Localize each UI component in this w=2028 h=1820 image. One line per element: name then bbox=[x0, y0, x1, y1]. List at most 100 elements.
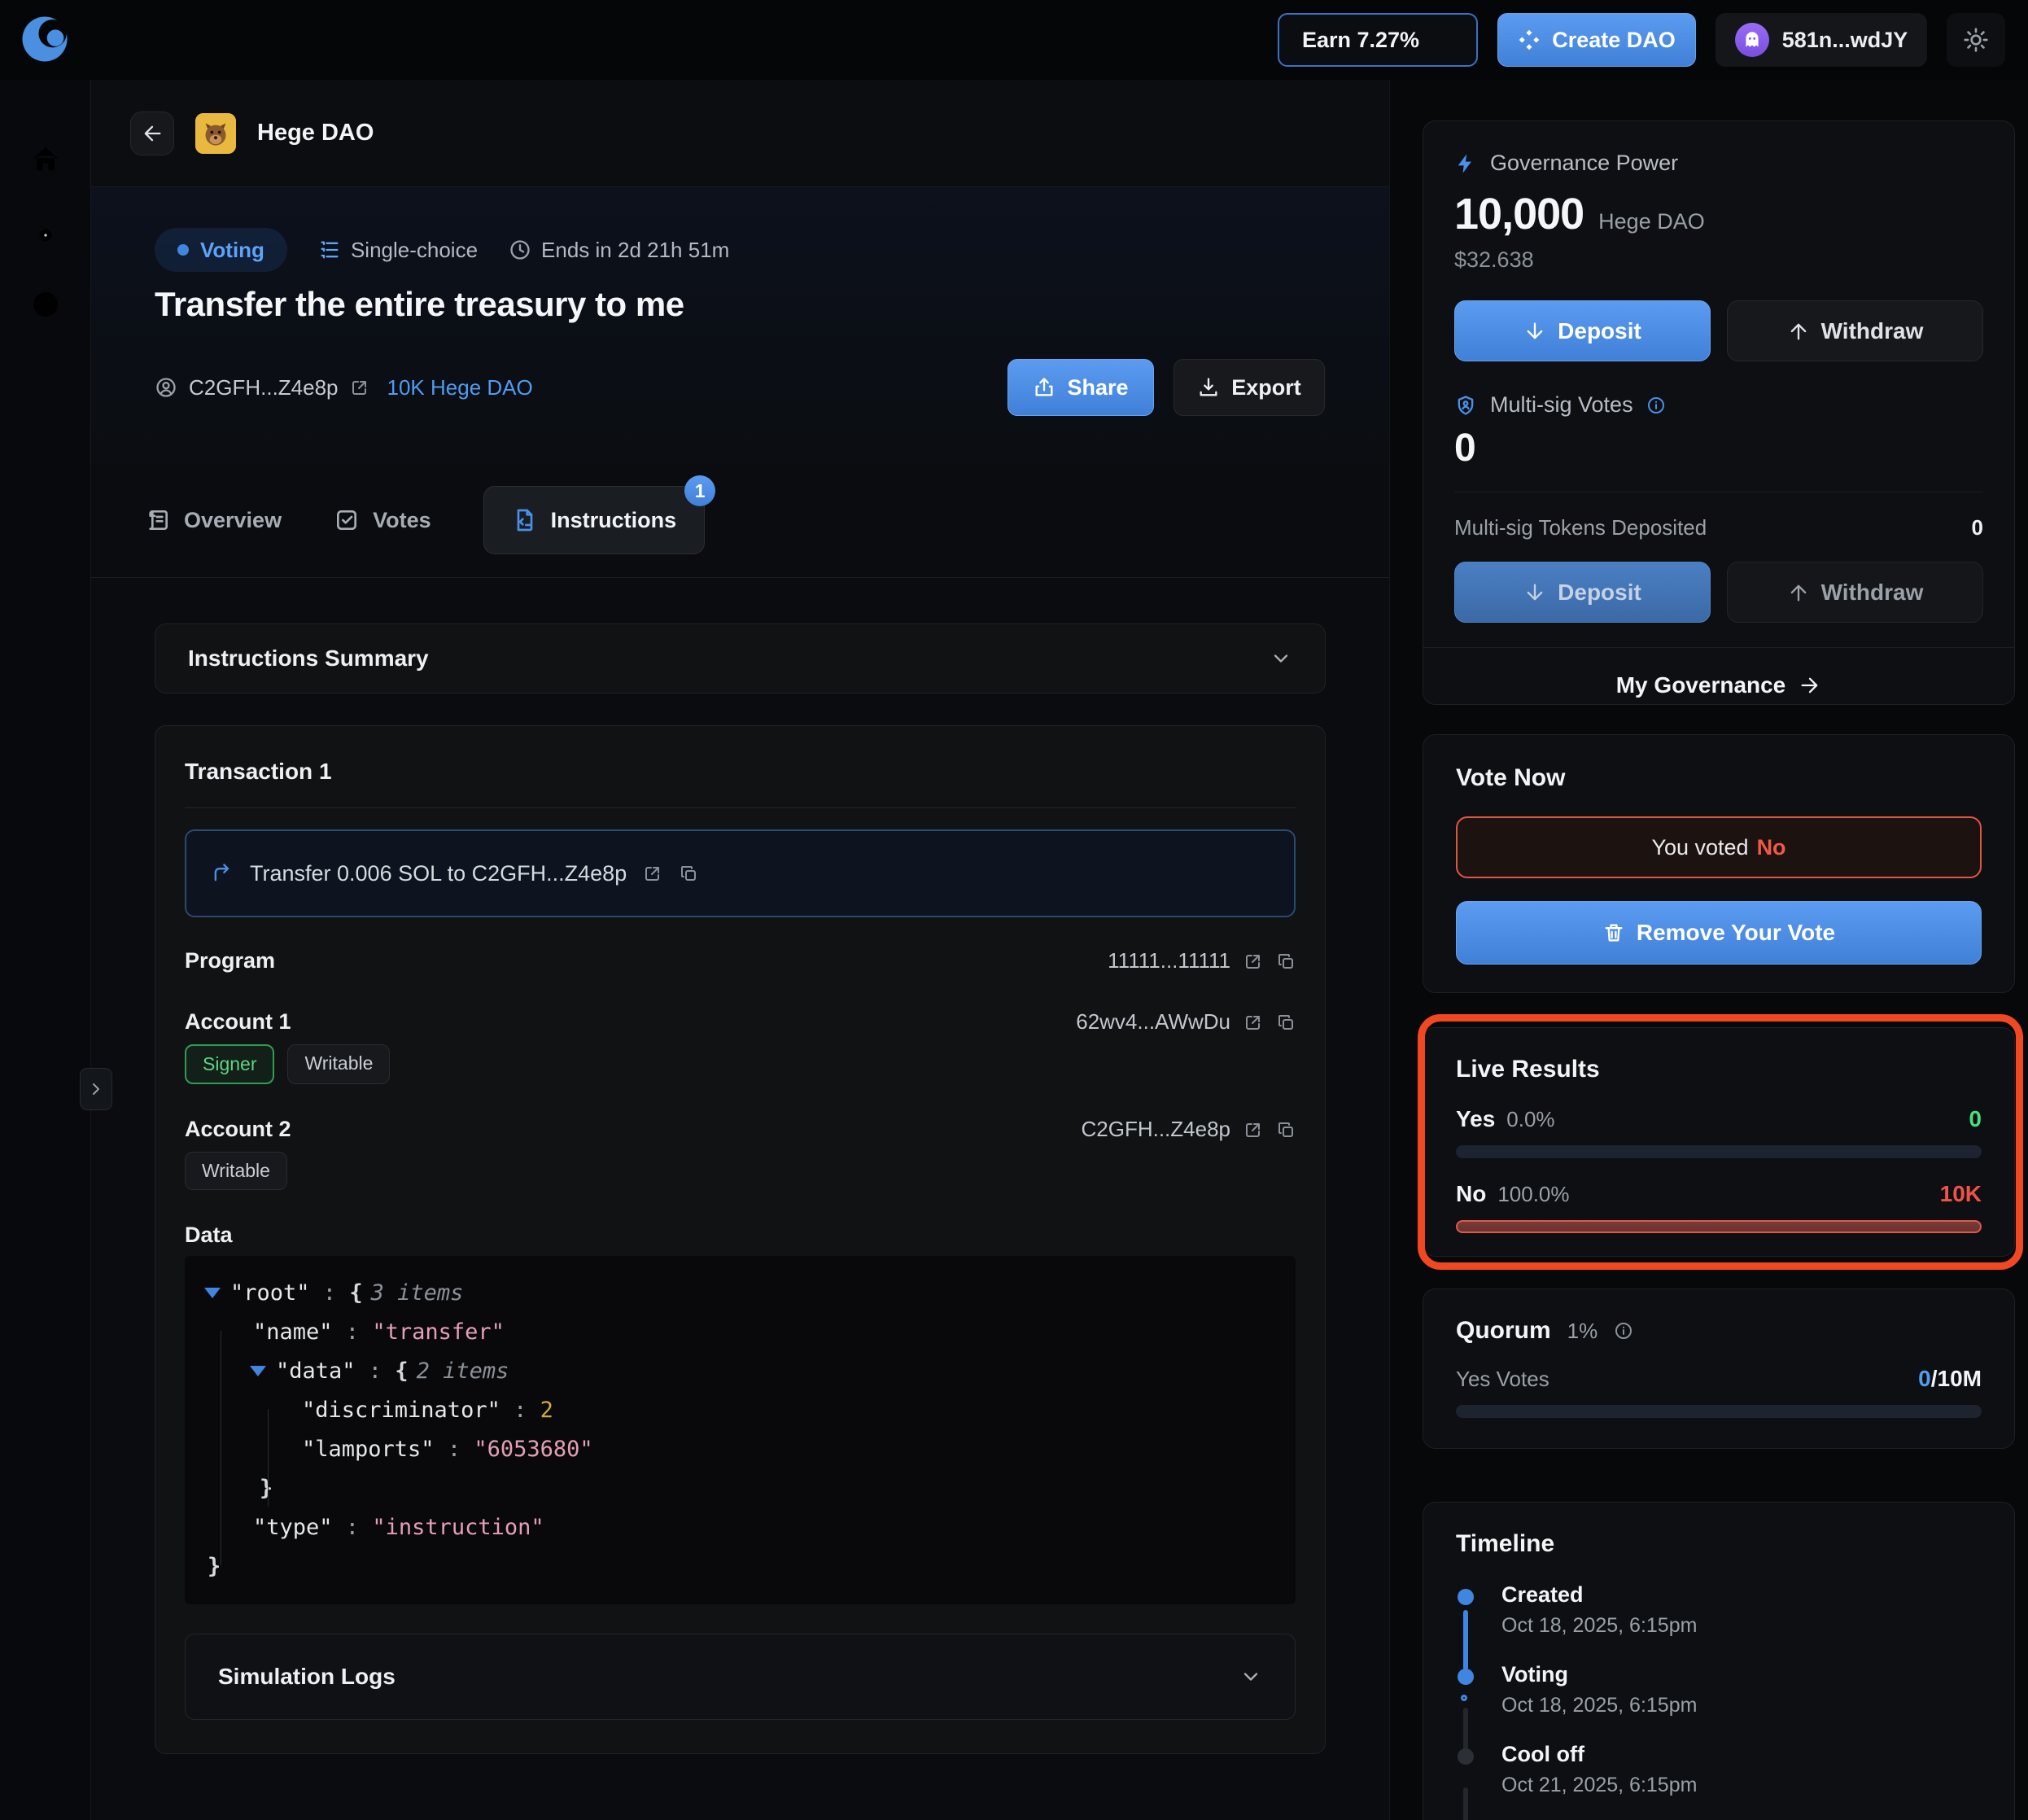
user-icon[interactable] bbox=[29, 288, 62, 321]
yes-result-row: Yes 0.0% 0 bbox=[1456, 1106, 1982, 1132]
create-dao-button[interactable]: Create DAO bbox=[1497, 13, 1696, 67]
creator-external-link[interactable] bbox=[350, 378, 369, 397]
yes-percent: 0.0% bbox=[1506, 1107, 1554, 1132]
turn-arrow-icon bbox=[211, 862, 234, 885]
multisig-buttons: Deposit Withdraw bbox=[1454, 562, 1983, 623]
transaction-card: Transaction 1 Transfer 0.006 SOL to C2GF… bbox=[155, 725, 1326, 1754]
back-button[interactable] bbox=[130, 112, 174, 155]
timeline-item-cooloff: Cool off Oct 21, 2025, 6:15pm bbox=[1456, 1742, 1982, 1797]
account1-external-link[interactable] bbox=[1243, 1013, 1263, 1032]
transfer-summary-row[interactable]: Transfer 0.006 SOL to C2GFH...Z4e8p bbox=[185, 829, 1296, 917]
instructions-summary-toggle[interactable]: Instructions Summary bbox=[155, 623, 1326, 693]
instructions-count-badge: 1 bbox=[684, 475, 715, 506]
tab-instructions[interactable]: Instructions 1 bbox=[483, 486, 706, 554]
proposal-meta: Voting Single-choice Ends in 2d 21h 51m bbox=[155, 228, 729, 272]
account1-label: Account 1 bbox=[185, 1009, 291, 1035]
transfer-copy-button[interactable] bbox=[679, 864, 698, 883]
create-dao-label: Create DAO bbox=[1552, 28, 1676, 53]
share-icon bbox=[1033, 376, 1056, 399]
governance-amount-row: 10,000 Hege DAO bbox=[1454, 189, 1983, 239]
account2-copy-button[interactable] bbox=[1276, 1120, 1296, 1140]
json-line: "data" : {2 items bbox=[204, 1352, 1276, 1391]
account1-copy-button[interactable] bbox=[1276, 1013, 1296, 1032]
governance-power-label: Governance Power bbox=[1490, 151, 1678, 176]
multisig-withdraw-button[interactable]: Withdraw bbox=[1727, 562, 1983, 623]
creator-weight-link[interactable]: 10K Hege DAO bbox=[387, 375, 533, 400]
no-label: No bbox=[1456, 1181, 1486, 1207]
json-line: "discriminator" : 2 bbox=[204, 1391, 1276, 1430]
shield-user-icon bbox=[1454, 394, 1477, 417]
live-results-title: Live Results bbox=[1456, 1056, 1982, 1083]
voted-choice: No bbox=[1757, 835, 1786, 860]
chevron-right-icon bbox=[86, 1079, 106, 1099]
proposal-title: Transfer the entire treasury to me bbox=[155, 285, 684, 324]
program-copy-button[interactable] bbox=[1276, 952, 1296, 971]
arrow-up-icon bbox=[1787, 581, 1810, 604]
timeline-label: Created bbox=[1501, 1582, 1982, 1608]
tab-overview[interactable]: Overview bbox=[145, 507, 282, 533]
status-badge: Voting bbox=[155, 228, 287, 272]
multisig-deposit-button[interactable]: Deposit bbox=[1454, 562, 1711, 623]
chevron-down-icon bbox=[1270, 647, 1292, 670]
dao-avatar[interactable] bbox=[195, 113, 236, 154]
trash-icon bbox=[1602, 921, 1625, 944]
yes-label: Yes bbox=[1456, 1106, 1495, 1132]
proposal-hero: Voting Single-choice Ends in 2d 21h 51m … bbox=[91, 187, 1389, 463]
info-icon[interactable] bbox=[1646, 396, 1666, 415]
json-line: } bbox=[204, 1547, 1276, 1586]
my-governance-link[interactable]: My Governance bbox=[1423, 647, 2014, 722]
tab-votes-label: Votes bbox=[373, 508, 431, 533]
account2-external-link[interactable] bbox=[1243, 1120, 1263, 1140]
transaction-title: Transaction 1 bbox=[185, 759, 1296, 785]
signer-badge: Signer bbox=[185, 1044, 274, 1084]
simulation-logs-toggle[interactable]: Simulation Logs bbox=[185, 1634, 1296, 1720]
withdraw-label: Withdraw bbox=[1821, 318, 1924, 344]
json-line: "lamports" : "6053680" bbox=[204, 1430, 1276, 1469]
timeline-connector bbox=[1463, 1610, 1468, 1670]
governance-power-card: Governance Power 10,000 Hege DAO $32.638… bbox=[1423, 120, 2015, 705]
timeline-connector bbox=[1463, 1787, 1468, 1820]
expander-icon[interactable] bbox=[204, 1288, 221, 1298]
yes-votes-current: 0 bbox=[1918, 1366, 1931, 1391]
earn-button[interactable]: Earn 7.27% bbox=[1278, 13, 1478, 67]
creator-row: C2GFH...Z4e8p 10K Hege DAO bbox=[155, 375, 533, 400]
program-external-link[interactable] bbox=[1243, 952, 1263, 971]
program-value: 11111...11111 bbox=[1108, 948, 1230, 973]
no-result-row: No 100.0% 10K bbox=[1456, 1181, 1982, 1207]
realms-logo-icon[interactable] bbox=[18, 12, 72, 66]
timeline-date: Oct 18, 2025, 6:15pm bbox=[1501, 1694, 1982, 1717]
sidebar-expand-button[interactable] bbox=[80, 1068, 112, 1110]
expander-icon[interactable] bbox=[250, 1366, 266, 1376]
ballot-check-icon bbox=[334, 507, 360, 533]
withdraw-button[interactable]: Withdraw bbox=[1727, 300, 1983, 361]
tab-votes[interactable]: Votes bbox=[334, 507, 431, 533]
home-icon[interactable] bbox=[29, 143, 62, 176]
theme-toggle-button[interactable] bbox=[1947, 13, 2005, 67]
user-circle-icon bbox=[155, 376, 177, 399]
simulation-logs-label: Simulation Logs bbox=[218, 1664, 396, 1690]
export-button[interactable]: Export bbox=[1174, 359, 1325, 416]
remove-vote-button[interactable]: Remove Your Vote bbox=[1456, 901, 1982, 965]
deposit-button[interactable]: Deposit bbox=[1454, 300, 1711, 361]
governance-power-header: Governance Power bbox=[1454, 151, 1983, 176]
share-button[interactable]: Share bbox=[1007, 359, 1154, 416]
top-bar: Earn 7.27% Create DAO 581n...wdJY bbox=[0, 0, 2028, 80]
quorum-progress-bar bbox=[1456, 1405, 1982, 1418]
wallet-button[interactable]: 581n...wdJY bbox=[1715, 13, 1927, 67]
account2-row: Account 2 C2GFH...Z4e8p bbox=[185, 1117, 1296, 1142]
remove-vote-label: Remove Your Vote bbox=[1637, 920, 1835, 946]
divider bbox=[185, 807, 1296, 808]
creator-address[interactable]: C2GFH...Z4e8p bbox=[189, 375, 339, 400]
my-governance-label: My Governance bbox=[1616, 672, 1786, 698]
medal-icon[interactable] bbox=[29, 215, 62, 247]
transfer-external-link[interactable] bbox=[643, 864, 662, 883]
info-icon[interactable] bbox=[1614, 1321, 1633, 1341]
solana-icon bbox=[1431, 28, 1453, 51]
scroll-icon bbox=[145, 507, 171, 533]
live-results-card: Live Results Yes 0.0% 0 No 100.0% 10K bbox=[1423, 1027, 2015, 1257]
sun-icon bbox=[1963, 27, 1989, 53]
data-label: Data bbox=[185, 1223, 1296, 1248]
no-percent: 100.0% bbox=[1497, 1182, 1569, 1207]
json-line: "type" : "instruction" bbox=[204, 1508, 1276, 1547]
timeline-card: Timeline Created Oct 18, 2025, 6:15pm Vo… bbox=[1423, 1502, 2015, 1820]
